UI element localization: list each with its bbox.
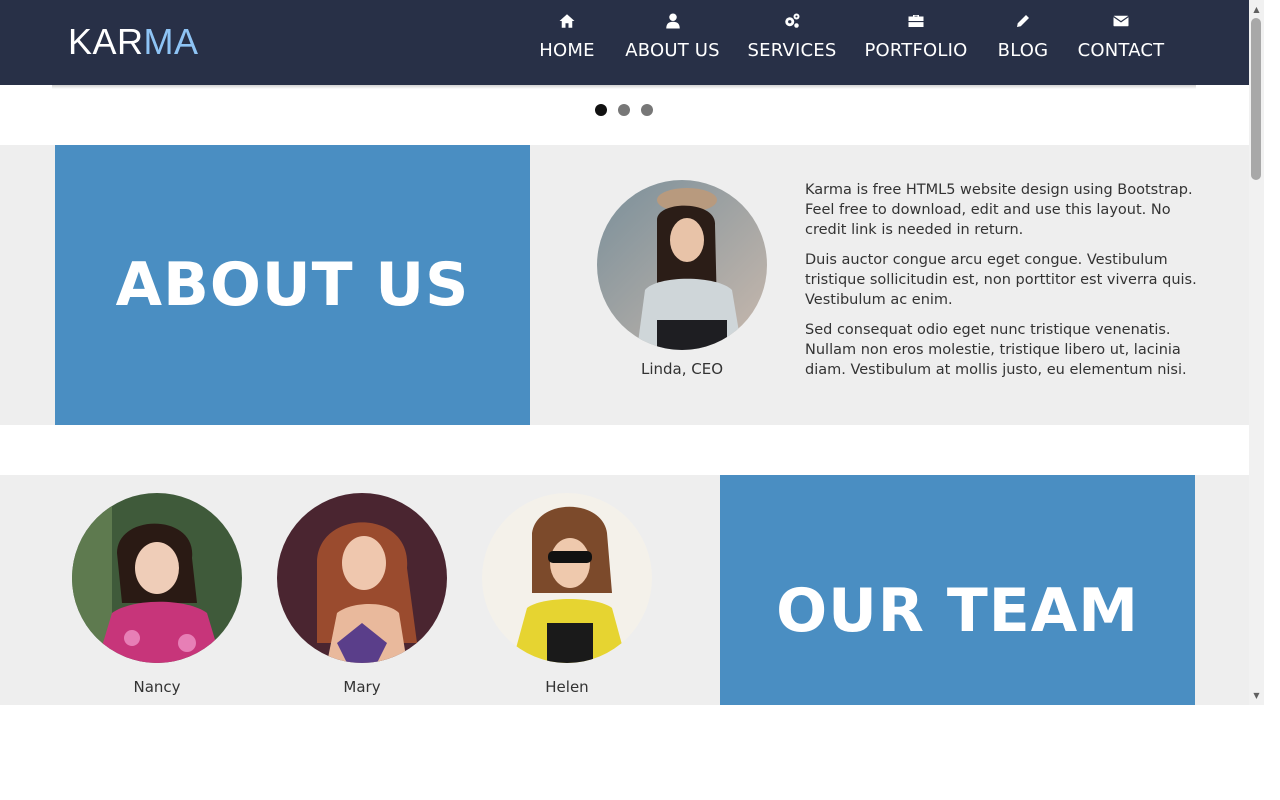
nav-label-home: HOME — [539, 40, 595, 61]
nav-label-blog: BLOG — [997, 40, 1049, 61]
nav-label-contact: CONTACT — [1077, 40, 1165, 61]
nav-label-about-us: ABOUT US — [625, 40, 720, 61]
team-name-mary: Mary — [343, 678, 381, 696]
nav-item-contact[interactable]: CONTACT — [1077, 12, 1165, 61]
nav-item-home[interactable]: HOME — [538, 12, 596, 61]
team-photo-nancy — [72, 493, 242, 663]
logo-part-1: KAR — [68, 21, 144, 62]
team-name-helen: Helen — [545, 678, 589, 696]
about-paragraph-3: Sed consequat odio eget nunc tristique v… — [805, 322, 1187, 378]
user-icon — [665, 13, 680, 29]
about-paragraph-2: Duis auctor congue arcu eget congue. Ves… — [805, 252, 1197, 308]
nav-label-portfolio: PORTFOLIO — [864, 40, 968, 61]
team-title: OUR TEAM — [776, 576, 1139, 646]
about-text: Karma is free HTML5 website design using… — [805, 180, 1197, 390]
carousel-dot-2[interactable] — [618, 104, 630, 116]
nav-item-about-us[interactable]: ABOUT US — [625, 12, 720, 61]
about-paragraph-1: Karma is free HTML5 website design using… — [805, 182, 1193, 238]
team-title-box: OUR TEAM — [720, 475, 1195, 705]
envelope-icon — [1113, 15, 1129, 27]
carousel-dot-3[interactable] — [641, 104, 653, 116]
gears-icon — [785, 13, 800, 28]
briefcase-icon — [908, 15, 924, 27]
team-name-nancy: Nancy — [133, 678, 181, 696]
nav-label-services: SERVICES — [747, 40, 837, 61]
carousel-dot-1[interactable] — [595, 104, 607, 116]
about-title: ABOUT US — [115, 250, 470, 320]
ceo-caption: Linda, CEO — [640, 360, 724, 378]
team-photo-helen — [482, 493, 652, 663]
logo-part-2: MA — [143, 21, 199, 62]
scroll-up-icon[interactable]: ▲ — [1251, 4, 1262, 15]
ceo-photo — [597, 180, 767, 350]
team-photo-mary — [277, 493, 447, 663]
nav-item-blog[interactable]: BLOG — [998, 12, 1048, 61]
header-shadow — [52, 85, 1196, 89]
about-title-box: ABOUT US — [55, 145, 530, 425]
site-logo[interactable]: KARMA — [68, 22, 199, 62]
nav-item-portfolio[interactable]: PORTFOLIO — [864, 12, 968, 61]
pencil-icon — [1017, 15, 1029, 27]
nav-item-services[interactable]: SERVICES — [747, 12, 837, 61]
scroll-down-icon[interactable]: ▼ — [1251, 690, 1262, 701]
scrollbar-thumb[interactable] — [1251, 18, 1261, 180]
home-icon — [559, 14, 575, 28]
